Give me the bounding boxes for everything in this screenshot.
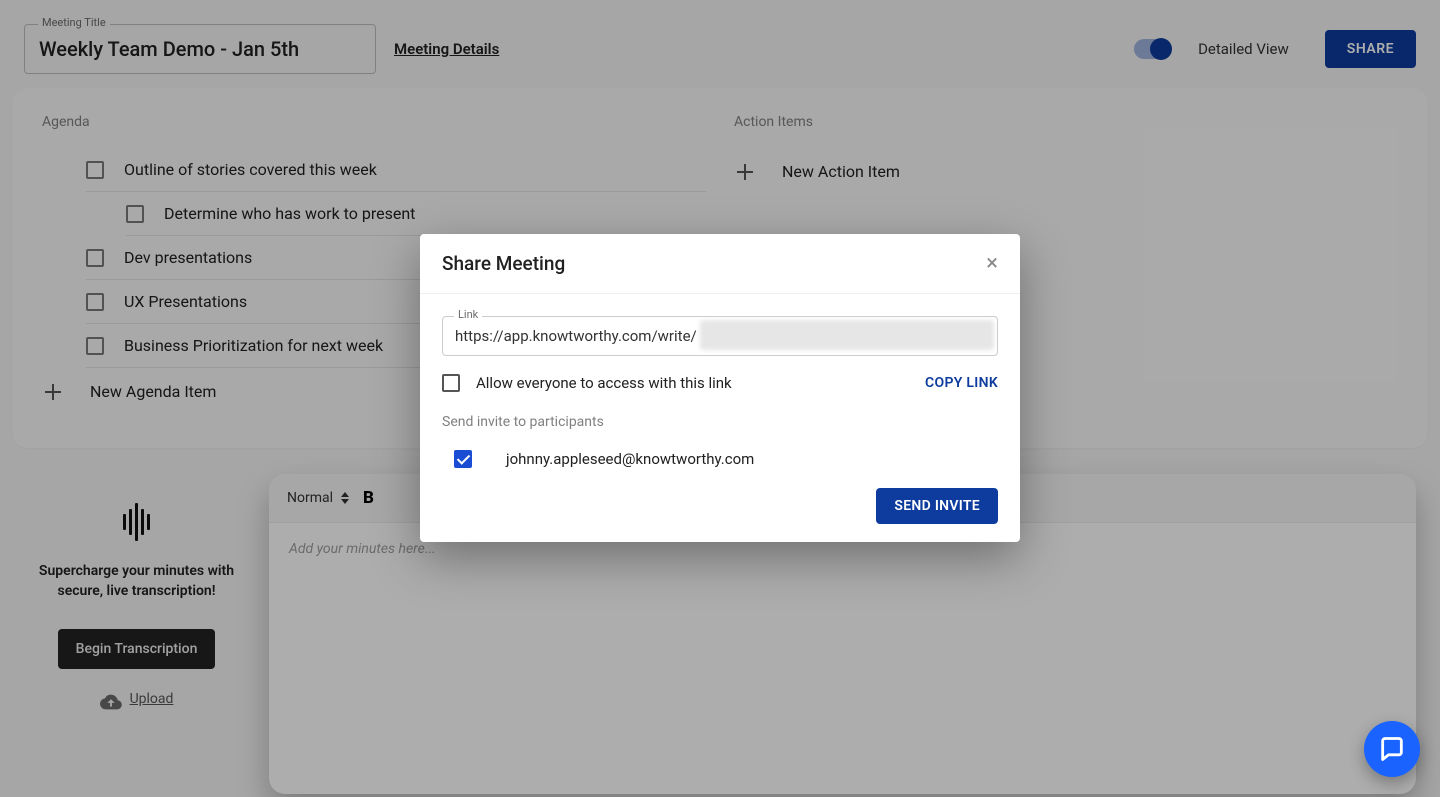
- invite-participants-label: Send invite to participants: [442, 414, 998, 430]
- modal-title: Share Meeting: [442, 252, 565, 275]
- allow-access-row: Allow everyone to access with this link …: [442, 374, 998, 392]
- close-icon[interactable]: ×: [986, 253, 998, 275]
- chat-fab[interactable]: [1364, 721, 1420, 777]
- participant-checkbox[interactable]: [454, 450, 472, 468]
- allow-access-label: Allow everyone to access with this link: [476, 374, 732, 392]
- chat-icon: [1378, 735, 1406, 763]
- link-label: Link: [454, 308, 482, 321]
- participant-row: johnny.appleseed@knowtworthy.com: [442, 450, 998, 468]
- modal-header: Share Meeting ×: [420, 234, 1020, 294]
- share-link-field: Link: [442, 316, 998, 356]
- participant-email: johnny.appleseed@knowtworthy.com: [506, 450, 754, 468]
- copy-link-button[interactable]: COPY LINK: [925, 375, 998, 391]
- redacted-text: [700, 320, 994, 350]
- share-meeting-modal: Share Meeting × Link Allow everyone to a…: [420, 234, 1020, 542]
- allow-access-checkbox[interactable]: [442, 374, 460, 392]
- send-invite-button[interactable]: SEND INVITE: [876, 488, 998, 524]
